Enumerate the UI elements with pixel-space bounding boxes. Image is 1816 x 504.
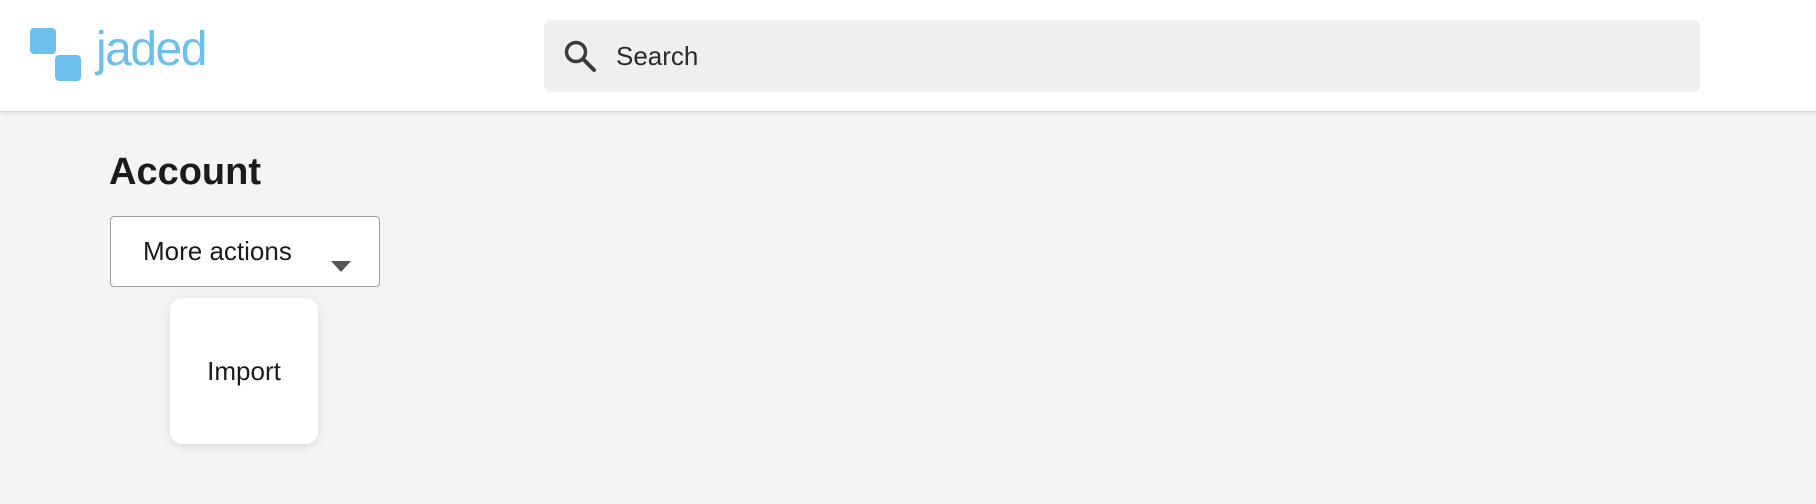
search-input[interactable] bbox=[616, 20, 1676, 92]
menu-item-import[interactable]: Import bbox=[207, 356, 281, 387]
chevron-down-icon bbox=[331, 248, 351, 272]
top-bar: jaded bbox=[0, 0, 1816, 112]
search-icon bbox=[562, 38, 598, 74]
more-actions-button[interactable]: More actions bbox=[110, 216, 380, 287]
logo-text: jaded bbox=[96, 23, 207, 76]
more-actions-menu: Import bbox=[170, 298, 318, 444]
logo-icon bbox=[30, 28, 84, 82]
logo[interactable]: jaded bbox=[30, 23, 210, 84]
page-title: Account bbox=[109, 151, 261, 193]
search-bar[interactable] bbox=[544, 20, 1700, 92]
more-actions-label: More actions bbox=[143, 236, 292, 266]
